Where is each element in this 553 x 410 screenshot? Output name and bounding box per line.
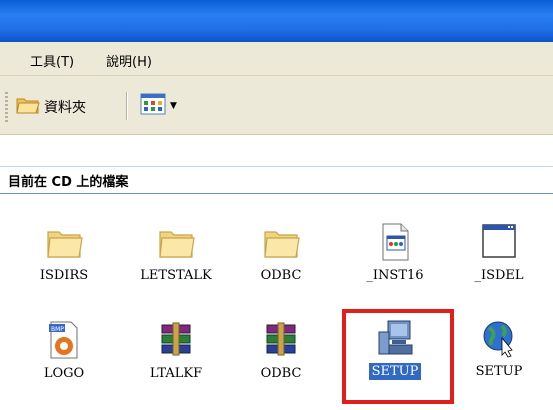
toolbar-separator: [126, 92, 127, 120]
blank-window-icon: [482, 224, 516, 258]
folder-icon: [159, 231, 195, 258]
toolbar-grip[interactable]: [5, 92, 8, 122]
svg-text:BMP: BMP: [51, 326, 64, 333]
file-item-inst16[interactable]: _INST16: [347, 222, 443, 302]
file-item-ltalkf[interactable]: LTALKF: [128, 320, 224, 400]
views-button[interactable]: ▼: [136, 90, 186, 122]
bmp-image-icon: BMP: [49, 321, 78, 359]
views-icon: [140, 93, 166, 115]
file-label: SETUP: [475, 364, 523, 379]
setup-globe-icon: [483, 321, 513, 358]
section-divider: [0, 193, 553, 194]
winrar-archive-icon: [161, 322, 191, 356]
folders-button-label: 資料夾: [44, 100, 86, 116]
section-title: 目前在 CD 上的檔案: [8, 175, 129, 190]
folders-button[interactable]: 資料夾: [16, 90, 116, 120]
file-label: LTALKF: [149, 366, 203, 381]
winrar-archive-icon: [266, 322, 296, 356]
highlight-box: [342, 309, 454, 404]
folders-icon: [16, 98, 40, 114]
app-window-icon: [382, 223, 409, 261]
folder-icon: [47, 231, 83, 258]
file-item-odbc-archive[interactable]: ODBC: [233, 320, 329, 400]
file-item-letstalk[interactable]: LETSTALK: [128, 222, 224, 302]
file-label: ISDIRS: [39, 268, 89, 283]
file-label: _INST16: [366, 268, 424, 283]
file-item-logo[interactable]: BMP LOGO: [16, 320, 112, 400]
file-label: LETSTALK: [140, 268, 212, 283]
divider: [0, 166, 553, 167]
file-label: ODBC: [260, 366, 302, 381]
file-item-setup[interactable]: SETUP: [451, 318, 547, 398]
menu-item-help[interactable]: 說明(H): [106, 51, 152, 70]
folder-icon: [264, 231, 300, 258]
title-bar: [0, 0, 553, 42]
menu-item-tools[interactable]: 工具(T): [30, 51, 74, 70]
file-label: ODBC: [260, 268, 302, 283]
toolbar: 資料夾 ▼: [0, 76, 553, 135]
file-item-isdirs[interactable]: ISDIRS: [16, 222, 112, 302]
file-item-isdel[interactable]: _ISDEL: [451, 222, 547, 302]
dropdown-arrow-icon[interactable]: ▼: [170, 101, 177, 111]
file-label: _ISDEL: [474, 268, 524, 283]
file-item-odbc-folder[interactable]: ODBC: [233, 222, 329, 302]
menu-bar: 工具(T) 說明(H): [0, 42, 553, 76]
file-label: LOGO: [43, 366, 85, 381]
